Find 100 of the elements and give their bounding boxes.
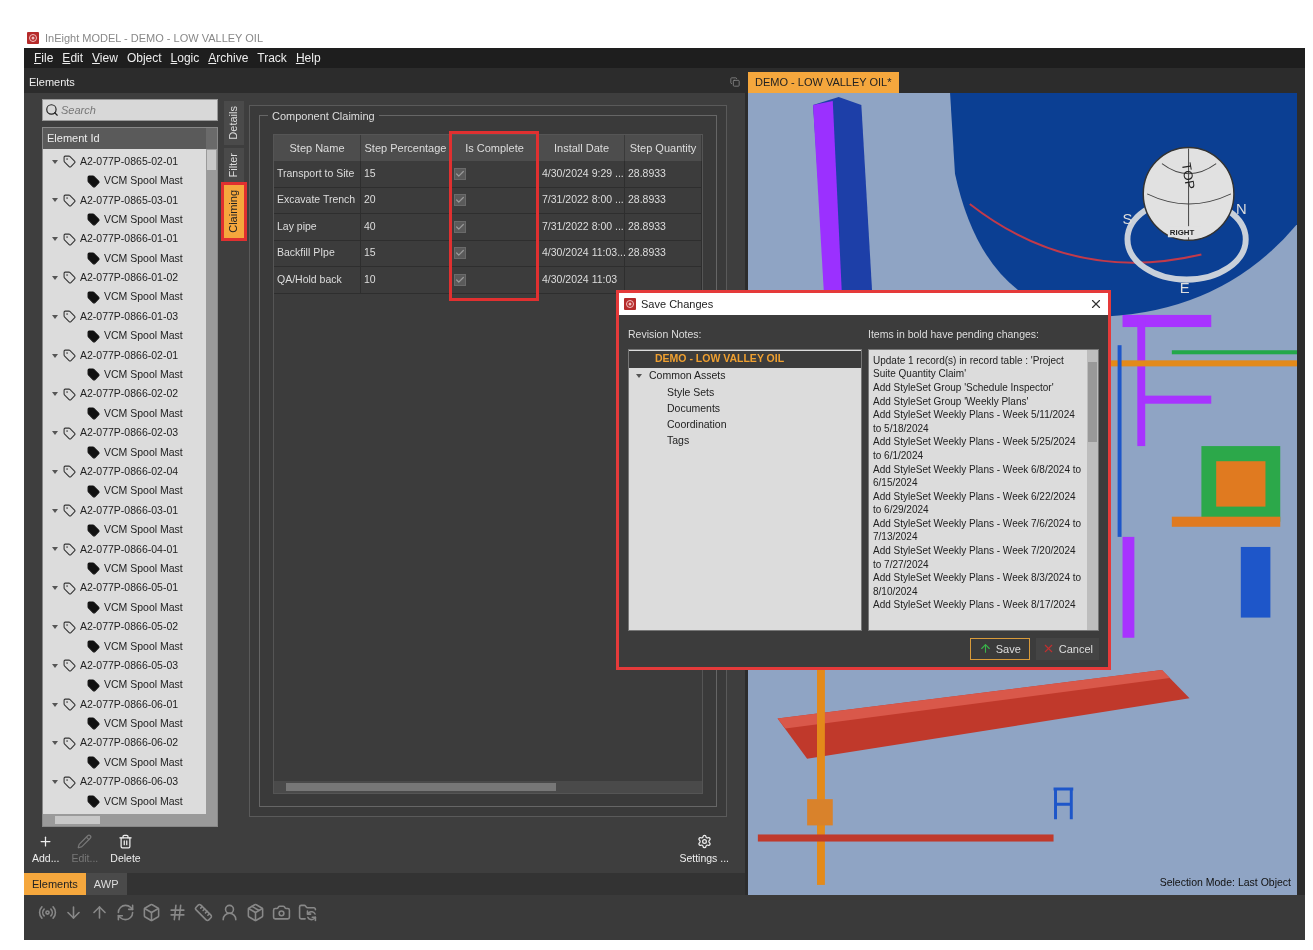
horizontal-scrollbar[interactable] bbox=[274, 781, 702, 793]
panel-tab[interactable]: Elements bbox=[24, 873, 86, 895]
tag-outline-icon bbox=[63, 155, 76, 169]
tree-item[interactable]: A2-077P-0866-06-01 bbox=[80, 696, 179, 713]
menu-item[interactable]: Edit bbox=[62, 49, 84, 67]
search-icon bbox=[45, 102, 59, 117]
caret-icon[interactable] bbox=[51, 312, 59, 321]
caret-icon[interactable] bbox=[51, 467, 59, 476]
tree-item[interactable]: VCM Spool Mast bbox=[104, 444, 183, 461]
menu-item[interactable]: Track bbox=[257, 49, 287, 67]
tree-item[interactable]: VCM Spool Mast bbox=[104, 483, 183, 500]
tree-item[interactable]: VCM Spool Mast bbox=[104, 754, 183, 771]
tree-item[interactable]: VCM Spool Mast bbox=[104, 211, 183, 228]
tree-item[interactable]: VCM Spool Mast bbox=[104, 677, 183, 694]
search-input[interactable]: Search bbox=[61, 101, 201, 119]
panel-tab[interactable]: AWP bbox=[85, 873, 127, 895]
tag-outline-icon bbox=[63, 193, 76, 207]
tree-item[interactable]: A2-077P-0866-06-03 bbox=[80, 774, 179, 790]
tree-item[interactable]: A2-077P-0866-03-01 bbox=[80, 502, 179, 519]
caret-icon[interactable] bbox=[51, 157, 59, 166]
copy-icon[interactable] bbox=[730, 77, 740, 87]
vertical-scrollbar[interactable] bbox=[206, 148, 217, 814]
checkbox[interactable] bbox=[454, 247, 466, 260]
tree-item[interactable]: VCM Spool Mast bbox=[104, 250, 183, 267]
refresh-icon[interactable] bbox=[116, 903, 135, 922]
save-button[interactable]: Save bbox=[969, 637, 1030, 660]
document-tab[interactable]: DEMO - LOW VALLEY OIL* bbox=[748, 72, 899, 93]
column-header[interactable]: Install Date bbox=[539, 135, 625, 161]
caret-icon[interactable] bbox=[51, 506, 59, 515]
table-cell-text: 4/30/2024 11:03... bbox=[542, 245, 626, 261]
cancel-button[interactable]: Cancel bbox=[1035, 637, 1099, 660]
menu-item[interactable]: File bbox=[34, 49, 54, 67]
tree-item[interactable]: VCM Spool Mast bbox=[104, 599, 183, 616]
camera-icon[interactable] bbox=[272, 903, 291, 922]
tree-item[interactable]: A2-077P-0866-01-03 bbox=[80, 308, 179, 325]
tree-item[interactable]: A2-077P-0866-02-02 bbox=[80, 386, 179, 403]
tree-item[interactable]: VCM Spool Mast bbox=[104, 173, 183, 189]
side-tab[interactable]: Filter bbox=[223, 147, 244, 183]
menu-item[interactable]: Archive bbox=[208, 49, 249, 67]
toolbar-button[interactable]: Add... bbox=[32, 833, 60, 867]
close-icon[interactable] bbox=[1089, 297, 1103, 311]
caret-icon[interactable] bbox=[51, 351, 59, 360]
horizontal-scrollbar[interactable] bbox=[43, 814, 217, 826]
package-icon[interactable] bbox=[246, 903, 265, 922]
menu-item[interactable]: View bbox=[92, 49, 118, 67]
side-tab[interactable]: Details bbox=[223, 101, 244, 145]
tree-item[interactable]: A2-077P-0866-05-01 bbox=[80, 580, 179, 597]
cube-icon[interactable] bbox=[142, 903, 161, 922]
column-header[interactable]: Step Name bbox=[274, 135, 361, 161]
grid-icon[interactable] bbox=[168, 903, 187, 922]
tree-item[interactable]: VCM Spool Mast bbox=[104, 289, 183, 306]
toolbar-button[interactable]: Delete bbox=[110, 833, 141, 867]
folder-sync-icon[interactable] bbox=[298, 903, 317, 922]
ruler-icon[interactable] bbox=[194, 903, 213, 922]
search-field[interactable]: Search bbox=[42, 99, 218, 121]
checkbox[interactable] bbox=[454, 220, 466, 233]
tree-item[interactable]: VCM Spool Mast bbox=[104, 638, 183, 655]
change-entry: Add StyleSet Weekly Plans - Week 5/25/2024 to 6/1/2024 bbox=[873, 435, 1077, 463]
caret-icon[interactable] bbox=[51, 623, 59, 631]
tree-item[interactable]: A2-077P-0866-02-03 bbox=[80, 425, 179, 441]
tree-item[interactable]: A2-077P-0866-05-02 bbox=[80, 619, 179, 635]
tree-item[interactable]: VCM Spool Mast bbox=[104, 522, 183, 538]
menu-item[interactable]: Logic bbox=[170, 49, 200, 67]
checkbox[interactable] bbox=[454, 167, 466, 180]
tag-icon bbox=[87, 756, 100, 770]
caret-icon[interactable] bbox=[51, 700, 59, 709]
tree-item[interactable]: VCM Spool Mast bbox=[104, 328, 183, 344]
tree-item[interactable]: VCM Spool Mast bbox=[104, 560, 183, 577]
tree-item[interactable]: A2-077P-0865-03-01 bbox=[80, 192, 179, 209]
tree-item[interactable]: A2-077P-0866-01-01 bbox=[80, 231, 179, 248]
menu-item[interactable]: Object bbox=[126, 49, 162, 67]
tag-outline-icon bbox=[63, 310, 76, 324]
settings-button[interactable]: Settings ... bbox=[679, 833, 729, 867]
column-header[interactable]: Is Complete bbox=[451, 135, 539, 161]
tree-item[interactable]: VCM Spool Mast bbox=[104, 405, 183, 422]
broadcast-icon[interactable] bbox=[38, 903, 57, 922]
tree-item[interactable]: VCM Spool Mast bbox=[104, 793, 183, 810]
tree-item[interactable]: A2-077P-0866-02-04 bbox=[80, 464, 179, 480]
tree-row[interactable]: DEMO - LOW VALLEY OIL bbox=[629, 350, 861, 368]
menu-item[interactable]: Help bbox=[295, 49, 321, 67]
caret-icon[interactable] bbox=[51, 273, 59, 282]
vertical-scrollbar[interactable] bbox=[1087, 349, 1098, 630]
tree-item[interactable]: VCM Spool Mast bbox=[104, 716, 183, 732]
checkbox[interactable] bbox=[454, 273, 466, 286]
checkbox[interactable] bbox=[454, 194, 466, 207]
caret-icon[interactable] bbox=[51, 661, 59, 670]
column-header[interactable]: Step Quantity bbox=[625, 135, 702, 161]
tree-item[interactable]: A2-077P-0866-05-03 bbox=[80, 657, 179, 674]
tree-item[interactable]: A2-077P-0866-01-02 bbox=[80, 270, 179, 286]
side-tab[interactable]: Claiming bbox=[223, 185, 244, 238]
column-header[interactable]: Element Id bbox=[43, 127, 206, 149]
column-header[interactable]: Step Percentage bbox=[361, 135, 451, 161]
tree-item[interactable]: VCM Spool Mast bbox=[104, 367, 183, 383]
person-icon[interactable] bbox=[220, 903, 239, 922]
tree-item[interactable]: A2-077P-0866-06-02 bbox=[80, 735, 179, 752]
tree-item[interactable]: A2-077P-0865-02-01 bbox=[80, 153, 179, 170]
table-cell-text: Backfill PIpe bbox=[277, 245, 335, 261]
tree-item[interactable]: A2-077P-0866-04-01 bbox=[80, 541, 179, 558]
tree-item[interactable]: A2-077P-0866-02-01 bbox=[80, 347, 179, 364]
app-logo-icon bbox=[27, 32, 39, 44]
